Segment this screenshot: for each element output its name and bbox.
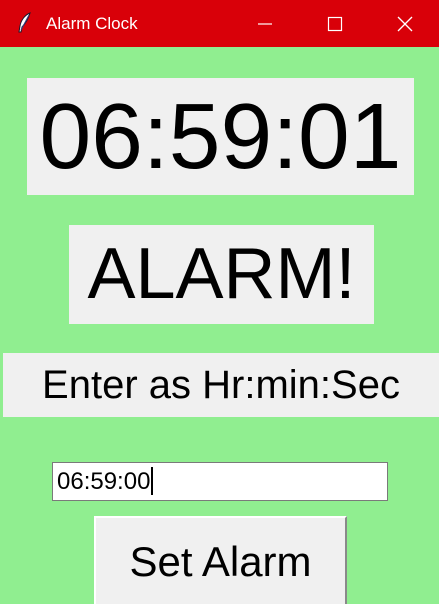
set-alarm-button[interactable]: Set Alarm: [94, 516, 347, 604]
alarm-clock-window: Alarm Clock 06:59:01 ALARM! Enter as Hr:…: [0, 0, 439, 604]
close-icon: [397, 16, 413, 31]
alarm-time-value: 06:59:00: [57, 463, 154, 500]
minimize-button[interactable]: [230, 0, 300, 47]
title-bar[interactable]: Alarm Clock: [0, 0, 439, 47]
minimize-icon: [258, 22, 272, 25]
current-time-display: 06:59:01: [27, 78, 414, 195]
time-format-instruction: Enter as Hr:min:Sec: [3, 353, 439, 417]
close-button[interactable]: [370, 0, 439, 47]
alarm-status-label: ALARM!: [69, 225, 374, 324]
maximize-button[interactable]: [300, 0, 370, 47]
alarm-time-input[interactable]: 06:59:00: [52, 462, 388, 501]
text-caret: [151, 467, 154, 495]
maximize-icon: [327, 16, 343, 31]
window-title: Alarm Clock: [46, 14, 138, 33]
feather-icon: [18, 12, 31, 33]
